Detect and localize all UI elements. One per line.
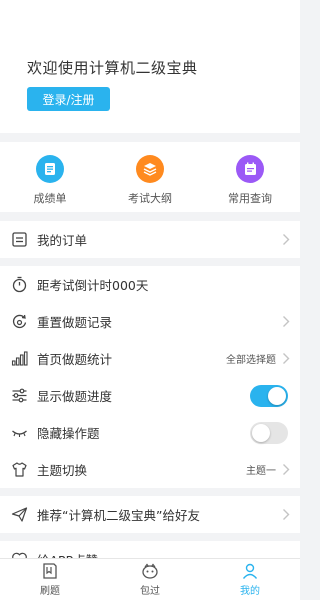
sliders-icon	[12, 388, 27, 403]
shortcut-query[interactable]: 常用查询	[210, 155, 290, 207]
shortcut-syllabus[interactable]: 考试大纲	[110, 155, 190, 207]
bottom-tab-bar: 刷题 包过 我的	[0, 558, 300, 600]
menu-progress: 显示做题进度	[0, 377, 300, 414]
menu-recommend-label: 推荐“计算机二级宝典”给好友	[37, 508, 200, 523]
profile-header: 欢迎使用计算机二级宝典 登录/注册	[0, 0, 300, 133]
toggle-knob	[268, 387, 286, 405]
chevron-right-icon	[283, 509, 290, 520]
chevron-right-icon	[283, 316, 290, 327]
tshirt-icon	[12, 462, 27, 477]
chevron-right-icon	[283, 234, 290, 245]
stopwatch-icon	[12, 276, 27, 293]
book-icon	[43, 563, 57, 579]
shortcut-query-label: 常用查询	[228, 192, 272, 205]
layers-icon	[136, 155, 164, 183]
shortcut-scores[interactable]: 成绩单	[10, 155, 90, 207]
progress-toggle[interactable]	[250, 385, 288, 407]
menu-countdown[interactable]: 距考试倒计时000天	[0, 266, 300, 303]
menu-stats[interactable]: 首页做题统计 全部选择题	[0, 340, 300, 377]
closed-eye-icon	[12, 430, 27, 437]
send-icon	[11, 507, 28, 522]
clipboard-icon	[12, 232, 27, 247]
shortcut-scores-label: 成绩单	[33, 192, 67, 205]
tab-practice[interactable]: 刷题	[20, 562, 80, 600]
menu-countdown-label: 距考试倒计时000天	[37, 278, 149, 293]
menu-reset-label: 重置做题记录	[37, 315, 113, 330]
menu-orders-label: 我的订单	[37, 233, 88, 248]
menu-hide-ops-label: 隐藏操作题	[37, 426, 100, 441]
tab-mine-label: 我的	[240, 586, 260, 597]
person-icon	[242, 563, 258, 579]
mascot-icon	[142, 563, 158, 579]
menu-hide-ops: 隐藏操作题	[0, 414, 300, 451]
login-register-button[interactable]: 登录/注册	[27, 87, 110, 111]
menu-stats-label: 首页做题统计	[37, 352, 113, 367]
menu-theme-label: 主题切换	[37, 463, 88, 478]
menu-progress-label: 显示做题进度	[37, 389, 113, 404]
chevron-right-icon	[283, 464, 290, 475]
chevron-right-icon	[283, 353, 290, 364]
menu-orders[interactable]: 我的订单	[0, 221, 300, 258]
calendar-note-icon	[236, 155, 264, 183]
menu-theme-value: 主题一	[246, 466, 276, 477]
bar-chart-icon	[11, 351, 28, 366]
toggle-knob	[252, 424, 270, 442]
shortcut-syllabus-label: 考试大纲	[128, 192, 172, 205]
tab-practice-label: 刷题	[40, 586, 60, 597]
menu-reset[interactable]: 重置做题记录	[0, 303, 300, 340]
welcome-text: 欢迎使用计算机二级宝典	[27, 59, 198, 77]
menu-theme[interactable]: 主题切换 主题一	[0, 451, 300, 488]
document-icon	[36, 155, 64, 183]
shortcut-panel: 成绩单 考试大纲 常用查询	[0, 142, 300, 212]
tab-pass-label: 包过	[140, 586, 160, 597]
tab-mine[interactable]: 我的	[220, 562, 280, 600]
menu-stats-value: 全部选择题	[226, 355, 276, 366]
tab-pass[interactable]: 包过	[120, 562, 180, 600]
reset-icon	[12, 314, 27, 329]
menu-recommend[interactable]: 推荐“计算机二级宝典”给好友	[0, 496, 300, 533]
hide-ops-toggle[interactable]	[250, 422, 288, 444]
